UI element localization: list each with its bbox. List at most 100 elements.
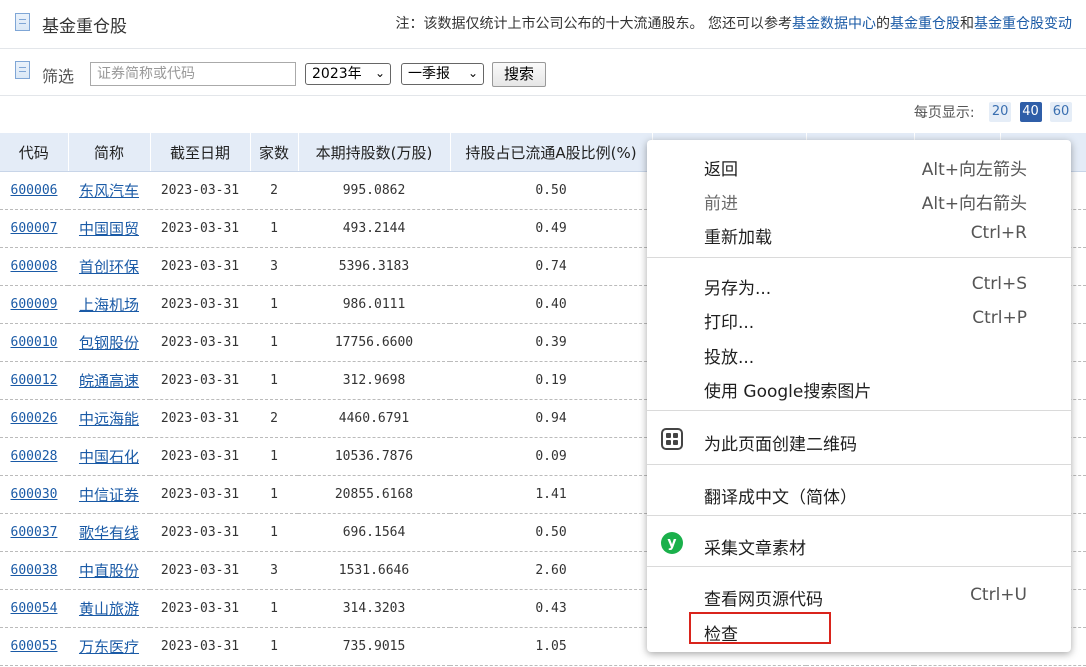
menu-item-forward[interactable]: 前进 Alt+向右箭头 — [647, 182, 1071, 216]
page-title: 基金重仓股 — [42, 17, 127, 37]
menu-item-label: 返回 — [704, 160, 738, 180]
cell-shares: 1531.6646 — [298, 551, 450, 590]
menu-item-shortcut: Alt+向右箭头 — [921, 194, 1027, 214]
cell-code: 600010 — [0, 323, 68, 362]
cell-ratio: 0.94 — [450, 399, 652, 438]
top-bar: 基金重仓股 注：该数据仅统计上市公司公布的十大流通股东。 您还可以参考基金数据中… — [0, 0, 1086, 49]
stock-code-link[interactable]: 600028 — [11, 449, 58, 464]
stock-name-link[interactable]: 中直股份 — [79, 562, 139, 580]
stock-name-link[interactable]: 上海机场 — [79, 296, 139, 314]
cell-name: 歌华有线 — [68, 513, 150, 552]
fund-data-center-link[interactable]: 基金数据中心 — [792, 16, 876, 32]
menu-item-label: 采集文章素材 — [704, 539, 806, 559]
search-button[interactable]: 搜索 — [492, 62, 546, 87]
header-date[interactable]: 截至日期 — [150, 133, 251, 172]
stock-name-link[interactable]: 东风汽车 — [79, 182, 139, 200]
stock-code-link[interactable]: 600038 — [11, 563, 58, 578]
menu-item-view-source[interactable]: 查看网页源代码 Ctrl+U — [647, 578, 1071, 612]
header-count[interactable]: 家数 — [250, 133, 299, 172]
menu-item-translate[interactable]: 翻译成中文（简体） — [647, 476, 1071, 510]
stock-code-link[interactable]: 600030 — [11, 487, 58, 502]
menu-item-qr-code[interactable]: 为此页面创建二维码 — [647, 423, 1071, 457]
stock-name-link[interactable]: 中信证券 — [79, 486, 139, 504]
cell-count: 1 — [250, 437, 298, 476]
stock-code-link[interactable]: 600006 — [11, 183, 58, 198]
cell-ratio: 0.39 — [450, 323, 652, 362]
cell-date: 2023-03-31 — [150, 399, 250, 438]
cell-name: 中直股份 — [68, 551, 150, 590]
menu-item-back[interactable]: 返回 Alt+向左箭头 — [647, 148, 1071, 182]
cell-count: 3 — [250, 551, 298, 590]
cell-date: 2023-03-31 — [150, 589, 250, 628]
cell-shares: 995.0862 — [298, 171, 450, 210]
cell-code: 600055 — [0, 627, 68, 666]
menu-separator — [647, 410, 1071, 411]
period-select[interactable]: 一季报 ⌄ — [401, 63, 484, 85]
cell-code: 600012 — [0, 361, 68, 400]
menu-item-collect-article[interactable]: y 采集文章素材 — [647, 527, 1071, 561]
menu-item-print[interactable]: 打印... Ctrl+P — [647, 301, 1071, 335]
stock-name-link[interactable]: 首创环保 — [79, 258, 139, 276]
notice-mid1: 的 — [876, 16, 890, 32]
cell-count: 1 — [250, 361, 298, 400]
cell-shares: 5396.3183 — [298, 247, 450, 286]
cell-name: 中国国贸 — [68, 209, 150, 248]
stock-name-link[interactable]: 中远海能 — [79, 410, 139, 428]
header-name[interactable]: 简称 — [68, 133, 151, 172]
header-shares[interactable]: 本期持股数(万股) — [298, 133, 451, 172]
menu-item-label: 另存为... — [704, 279, 772, 299]
stock-code-link[interactable]: 600009 — [11, 297, 58, 312]
cell-count: 1 — [250, 323, 298, 362]
year-select-value: 2023年 — [312, 66, 362, 82]
cell-shares: 696.1564 — [298, 513, 450, 552]
cell-name: 中远海能 — [68, 399, 150, 438]
fund-heavy-stocks-change-link[interactable]: 基金重仓股变动 — [974, 16, 1072, 32]
cell-ratio: 0.40 — [450, 285, 652, 324]
header-code[interactable]: 代码 — [0, 133, 69, 172]
cell-code: 600007 — [0, 209, 68, 248]
menu-item-reload[interactable]: 重新加载 Ctrl+R — [647, 216, 1071, 250]
stock-code-link[interactable]: 600054 — [11, 601, 58, 616]
stock-name-link[interactable]: 万东医疗 — [79, 638, 139, 656]
stock-code-link[interactable]: 600026 — [11, 411, 58, 426]
cell-shares: 493.2144 — [298, 209, 450, 248]
stock-name-link[interactable]: 包钢股份 — [79, 334, 139, 352]
menu-item-label: 前进 — [704, 194, 738, 214]
stock-code-link[interactable]: 600055 — [11, 639, 58, 654]
cell-code: 600009 — [0, 285, 68, 324]
header-ratio[interactable]: 持股占已流通A股比例(%) — [450, 133, 653, 172]
filter-bar: 筛选 2023年 ⌄ 一季报 ⌄ 搜索 — [0, 49, 1086, 96]
cell-ratio: 0.74 — [450, 247, 652, 286]
filter-label: 筛选 — [42, 67, 75, 86]
cell-shares: 10536.7876 — [298, 437, 450, 476]
stock-name-link[interactable]: 歌华有线 — [79, 524, 139, 542]
cell-code: 600006 — [0, 171, 68, 210]
cell-count: 1 — [250, 513, 298, 552]
stock-code-link[interactable]: 600010 — [11, 335, 58, 350]
cell-date: 2023-03-31 — [150, 513, 250, 552]
menu-item-save-as[interactable]: 另存为... Ctrl+S — [647, 267, 1071, 301]
stock-name-link[interactable]: 中国国贸 — [79, 220, 139, 238]
cell-count: 1 — [250, 475, 298, 514]
menu-item-google-image-search[interactable]: 使用 Google搜索图片 — [647, 370, 1071, 404]
cell-ratio: 1.41 — [450, 475, 652, 514]
page-size-20[interactable]: 20 — [989, 102, 1012, 122]
stock-name-link[interactable]: 中国石化 — [79, 448, 139, 466]
cell-ratio: 2.60 — [450, 551, 652, 590]
page-size-60[interactable]: 60 — [1050, 102, 1072, 122]
page-size-40[interactable]: 40 — [1019, 102, 1042, 122]
stock-code-link[interactable]: 600037 — [11, 525, 58, 540]
menu-item-cast[interactable]: 投放... — [647, 336, 1071, 370]
stock-code-link[interactable]: 600012 — [11, 373, 58, 388]
menu-item-shortcut: Alt+向左箭头 — [921, 160, 1027, 180]
stock-name-link[interactable]: 皖通高速 — [79, 372, 139, 390]
cell-date: 2023-03-31 — [150, 171, 250, 210]
stock-code-link[interactable]: 600007 — [11, 221, 58, 236]
stock-name-link[interactable]: 黄山旅游 — [79, 600, 139, 618]
menu-item-shortcut: Ctrl+U — [970, 585, 1027, 605]
fund-heavy-stocks-link[interactable]: 基金重仓股 — [890, 16, 960, 32]
document-icon — [15, 61, 30, 79]
year-select[interactable]: 2023年 ⌄ — [305, 63, 391, 85]
stock-code-link[interactable]: 600008 — [11, 259, 58, 274]
search-input[interactable] — [90, 62, 296, 86]
